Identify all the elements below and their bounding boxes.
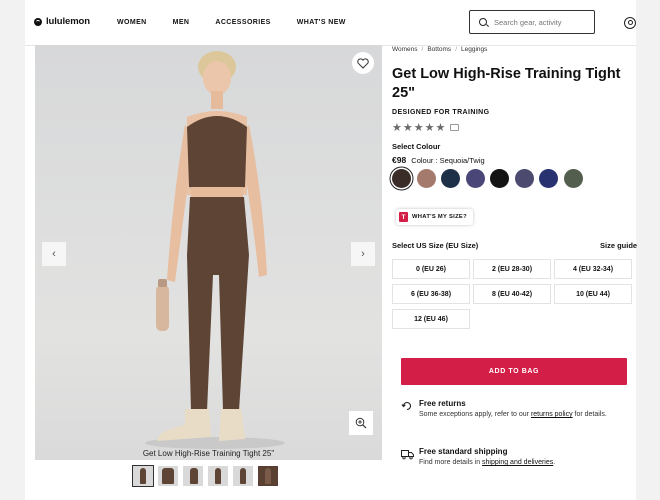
price: €98 [392,155,407,165]
zoom-in-icon [355,417,367,429]
product-image: ‹ › [35,45,382,460]
chevron-right-icon: › [361,248,365,260]
size-option[interactable]: 8 (EU 40-42) [473,284,551,304]
thumbnail[interactable] [233,466,253,486]
colour-swatch[interactable] [465,169,485,188]
colour-swatch[interactable] [563,169,583,188]
left-gutter [0,0,25,500]
size-guide-link[interactable]: Size guide [600,241,637,250]
star-icon: ★ [435,122,446,134]
size-option[interactable]: 6 (EU 36-38) [392,284,470,304]
thumbnail[interactable] [183,466,203,486]
colour-swatch[interactable] [392,169,411,188]
image-caption: Get Low High-Rise Training Tight 25" [142,449,275,458]
whats-my-size-label: WHAT'S MY SIZE? [412,214,467,220]
model-photo [145,51,285,449]
add-to-bag-button[interactable]: ADD TO BAG [401,358,627,385]
size-assistant-icon: T [399,212,408,222]
main-nav: WOMEN MEN ACCESSORIES WHAT'S NEW [117,19,372,26]
breadcrumb: Womens / Bottoms / Leggings [392,46,488,53]
nav-accessories[interactable]: ACCESSORIES [215,19,270,26]
search-box[interactable] [469,10,595,34]
size-option[interactable]: 2 (EU 28-30) [473,259,551,279]
size-option[interactable]: 12 (EU 46) [392,309,470,329]
select-size-label: Select US Size (EU Size) [392,241,479,250]
select-colour-label: Select Colour [392,142,441,151]
colour-swatch[interactable] [441,169,460,188]
shipping-heading: Free standard shipping [419,447,508,456]
whats-my-size-button[interactable]: T WHAT'S MY SIZE? [396,209,473,225]
returns-heading: Free returns [419,399,466,408]
nav-men[interactable]: MEN [173,19,190,26]
colour-swatch[interactable] [539,169,558,188]
star-icon: ★ [392,122,402,134]
product-title: Get Low High-Rise Training Tight 25" [392,66,621,101]
shipping-deliveries-link[interactable]: shipping and deliveries [482,459,553,466]
logo[interactable]: lululemon [34,16,90,27]
colour-swatch[interactable] [514,169,534,188]
lululemon-logo-icon [34,17,42,26]
search-input[interactable] [492,16,591,28]
site-header: lululemon WOMEN MEN ACCESSORIES WHAT'S N… [25,0,636,46]
thumbnail[interactable] [132,465,154,487]
designed-for-label: DESIGNED FOR TRAINING [392,109,490,116]
price-line: €98 Colour : Sequoia/Twig [392,155,485,165]
nav-whats-new[interactable]: WHAT'S NEW [297,19,346,26]
colour-swatch[interactable] [490,169,509,188]
size-option[interactable]: 10 (EU 44) [554,284,632,304]
nav-women[interactable]: WOMEN [117,19,147,26]
search-icon [479,18,487,26]
next-image-button[interactable]: › [351,242,375,266]
star-icon: ★ [413,122,424,134]
right-gutter [636,0,660,500]
zoom-button[interactable] [349,411,373,435]
thumbnail-strip [132,465,278,487]
thumbnail[interactable] [258,466,278,486]
thumbnail[interactable] [208,466,228,486]
chevron-left-icon: ‹ [52,248,56,260]
truck-icon [401,447,414,468]
colour-name: Colour : Sequoia/Twig [411,156,485,165]
colour-swatch[interactable] [416,169,436,188]
size-option[interactable]: 0 (EU 26) [392,259,470,279]
star-icon: ★ [424,122,435,134]
breadcrumb-item[interactable]: Womens [392,46,418,53]
returns-icon [401,399,413,420]
breadcrumb-item[interactable]: Leggings [461,46,487,53]
returns-policy-link[interactable]: returns policy [531,411,573,418]
account-icon[interactable] [624,17,636,29]
size-grid: 0 (EU 26) 2 (EU 28-30) 4 (EU 32-34) 6 (E… [392,259,636,329]
free-shipping-info: Free standard shipping Find more details… [401,447,555,468]
colour-swatches [392,169,583,188]
wishlist-heart-icon[interactable] [352,52,374,74]
shipping-text: Find more details in shipping and delive… [419,459,556,466]
logo-text: lululemon [46,16,90,27]
free-returns-info: Free returns Some exceptions apply, refe… [401,399,624,420]
returns-text: Some exceptions apply, refer to our retu… [419,411,607,418]
prev-image-button[interactable]: ‹ [42,242,66,266]
thumbnail[interactable] [158,466,178,486]
star-icon: ★ [402,122,413,134]
rating-stars[interactable]: ★ ★ ★ ★ ★ [392,121,460,134]
breadcrumb-item[interactable]: Bottoms [427,46,451,53]
size-option[interactable]: 4 (EU 32-34) [554,259,632,279]
review-count-icon [450,124,460,131]
